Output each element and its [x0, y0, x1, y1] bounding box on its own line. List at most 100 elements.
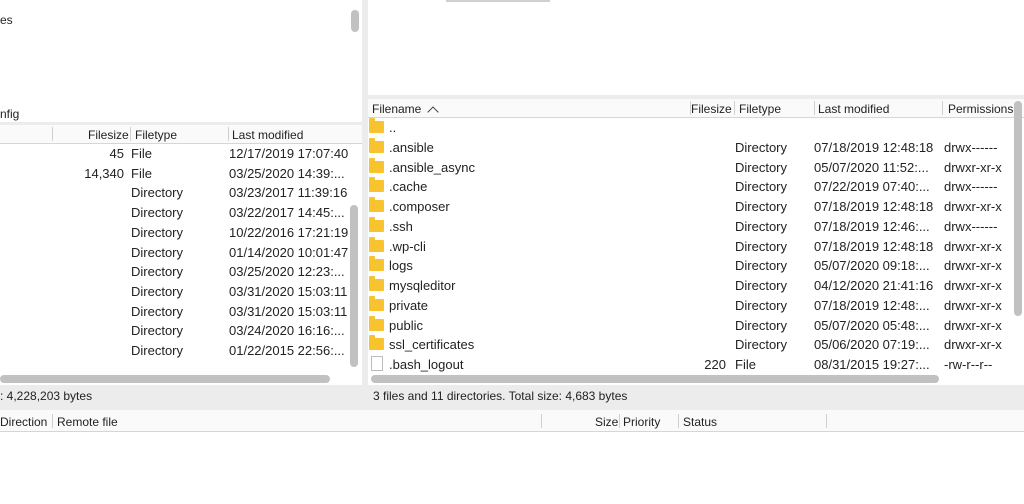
queue-col-direction[interactable]: Direction [0, 415, 47, 429]
row-filename: .wp-cli [389, 238, 426, 254]
table-row[interactable]: private Directory 07/18/2019 12:48:... drwx… [368, 295, 1012, 316]
row-modified: 08/31/2015 19:27:... [814, 357, 930, 372]
row-filetype: Directory [131, 343, 184, 358]
table-row[interactable]: Directory 01/14/2020 10:01:47 [0, 243, 348, 263]
table-row[interactable]: 45 File 12/17/2019 17:07:40 [0, 144, 349, 164]
row-filename: logs [389, 258, 413, 274]
remote-col-modified[interactable]: Last modified [818, 102, 889, 116]
row-filetype: Directory [735, 179, 788, 195]
table-row[interactable]: Directory 03/25/2020 12:23:... [0, 262, 348, 282]
table-row[interactable]: Directory 03/23/2017 11:39:16 [0, 183, 348, 203]
local-list-hscrollbar[interactable] [0, 375, 330, 383]
table-row[interactable]: .cache Directory 07/22/2019 07:40:... drwx-… [368, 177, 1012, 197]
row-permissions: drwxr-xr-x [944, 159, 1002, 175]
row-modified: 01/14/2020 10:01:47 [229, 244, 349, 260]
remote-list-hscrollbar[interactable] [371, 375, 939, 383]
queue-col-size[interactable]: Size [595, 415, 618, 429]
row-modified: 04/12/2020 21:41:16 [814, 278, 934, 293]
table-row[interactable]: Directory 03/22/2017 14:45:... [0, 203, 348, 223]
row-permissions: drwxr-xr-x [944, 258, 1002, 274]
remote-tree-scroll-thumb[interactable] [446, 0, 550, 2]
local-col-filetype[interactable]: Filetype [135, 128, 177, 142]
table-row[interactable]: Directory 03/31/2020 15:03:11 [0, 302, 348, 322]
table-row[interactable]: .ansible_async Directory 05/07/2020 11:52:… [368, 157, 1012, 178]
row-modified: 07/18/2019 12:48:18 [814, 199, 934, 214]
remote-col-filetype[interactable]: Filetype [739, 102, 781, 116]
table-row[interactable]: .bash_logout 220 File 08/31/2015 19:27:... -… [368, 355, 1012, 375]
row-modified: 12/17/2019 17:07:40 [229, 146, 349, 161]
queue-col-status[interactable]: Status [683, 415, 717, 429]
sort-ascending-icon [427, 106, 440, 118]
row-modified: 05/07/2020 11:52:... [814, 159, 929, 175]
row-permissions: drwxr-xr-x [944, 317, 1002, 333]
local-list-vscrollbar[interactable] [350, 205, 358, 367]
queue-col-priority[interactable]: Priority [623, 415, 660, 429]
table-row[interactable]: Directory 01/22/2015 22:56:... [0, 341, 348, 361]
remote-col-permissions[interactable]: Permissions [948, 102, 1013, 116]
table-row[interactable]: logs Directory 05/07/2020 09:18:... drwxr-x… [368, 256, 1012, 276]
table-row[interactable]: 14,340 File 03/25/2020 14:39:... [0, 164, 348, 184]
remote-list-vscrollbar[interactable] [1014, 101, 1022, 316]
table-row[interactable]: .wp-cli Directory 07/18/2019 12:48:18 drwxr… [368, 236, 1012, 257]
row-permissions: drwx------ [944, 179, 998, 195]
remote-file-list[interactable]: Filename Filesize Filetype Last modified… [368, 99, 1024, 385]
remote-list-header: Filename Filesize Filetype Last modified… [368, 99, 1024, 118]
row-filetype: Directory [735, 159, 788, 175]
local-tree-item[interactable]: es [0, 13, 13, 27]
remote-status-bar: 3 files and 11 directories. Total size: … [368, 384, 1024, 408]
row-filetype: Directory [735, 297, 788, 313]
table-row[interactable]: Directory 10/22/2016 17:21:19 [0, 223, 348, 243]
row-modified: 03/25/2020 14:39:... [229, 165, 345, 181]
table-row[interactable]: .. [368, 118, 1012, 138]
folder-icon [369, 216, 384, 232]
row-filetype: Directory [735, 258, 788, 274]
table-row[interactable]: mysqleditor Directory 04/12/2020 21:41:16 d… [368, 276, 1012, 296]
row-filename: .ansible [389, 139, 434, 155]
local-tree-scrollbar[interactable] [351, 10, 359, 32]
remote-col-filename[interactable]: Filename [372, 102, 440, 118]
row-modified: 01/22/2015 22:56:... [229, 343, 345, 358]
transfer-queue[interactable]: Direction Remote file Size Priority Stat… [0, 410, 1024, 504]
row-filetype: Directory [735, 238, 788, 254]
table-row[interactable]: ssl_certificates Directory 05/06/2020 07:1… [368, 335, 1012, 355]
row-modified: 03/24/2020 16:16:... [229, 323, 345, 339]
row-permissions: drwxr-xr-x [944, 297, 1002, 313]
row-modified: 05/07/2020 05:48:... [814, 317, 930, 333]
folder-icon [369, 236, 384, 252]
row-filetype: Directory [131, 244, 184, 260]
table-row[interactable]: Directory 03/31/2020 15:03:11 [0, 282, 348, 302]
folder-icon [369, 157, 384, 173]
row-modified: 03/22/2017 14:45:... [229, 205, 345, 221]
row-modified: 07/18/2019 12:48:... [814, 297, 930, 313]
row-modified: 07/18/2019 12:48:18 [814, 139, 934, 155]
local-col-modified[interactable]: Last modified [232, 128, 303, 142]
row-modified: 03/31/2020 15:03:11 [229, 303, 348, 319]
local-col-filesize[interactable]: Filesize [88, 128, 129, 142]
row-permissions: drwxr-xr-x [944, 278, 1002, 293]
table-row[interactable]: Directory 03/24/2020 16:16:... [0, 321, 348, 341]
row-filename: .ansible_async [389, 159, 475, 175]
row-filesize: 220 [704, 357, 726, 372]
table-row[interactable]: .composer Directory 07/18/2019 12:48:18 drw… [368, 197, 1012, 217]
row-permissions: drwxr-xr-x [944, 238, 1002, 254]
table-row[interactable]: .ssh Directory 07/18/2019 12:46:... drwx---… [368, 216, 1012, 237]
row-filetype: Directory [735, 139, 788, 155]
row-filename: private [389, 297, 429, 313]
table-row[interactable]: .ansible Directory 07/18/2019 12:48:18 drwx… [368, 137, 1012, 158]
row-permissions: drwxr-xr-x [944, 199, 1002, 214]
row-modified: 07/22/2019 07:40:... [814, 179, 930, 195]
row-filetype: Directory [735, 317, 788, 333]
local-file-list[interactable]: Filesize Filetype Last modified 45 File 12… [0, 125, 362, 385]
table-row[interactable]: public Directory 05/07/2020 05:48:... drwxr… [368, 315, 1012, 336]
local-tree-pane[interactable]: es nfig [0, 0, 362, 122]
folder-icon [369, 197, 384, 212]
queue-col-remote-file[interactable]: Remote file [57, 415, 118, 429]
folder-icon [369, 335, 384, 351]
local-tree-item[interactable]: nfig [0, 107, 19, 121]
row-filetype: File [131, 146, 152, 161]
remote-tree-pane[interactable] [368, 0, 1024, 95]
folder-icon [369, 177, 384, 193]
folder-icon [369, 295, 384, 311]
row-modified: 07/18/2019 12:48:18 [814, 238, 934, 254]
remote-col-filesize[interactable]: Filesize [691, 102, 732, 116]
